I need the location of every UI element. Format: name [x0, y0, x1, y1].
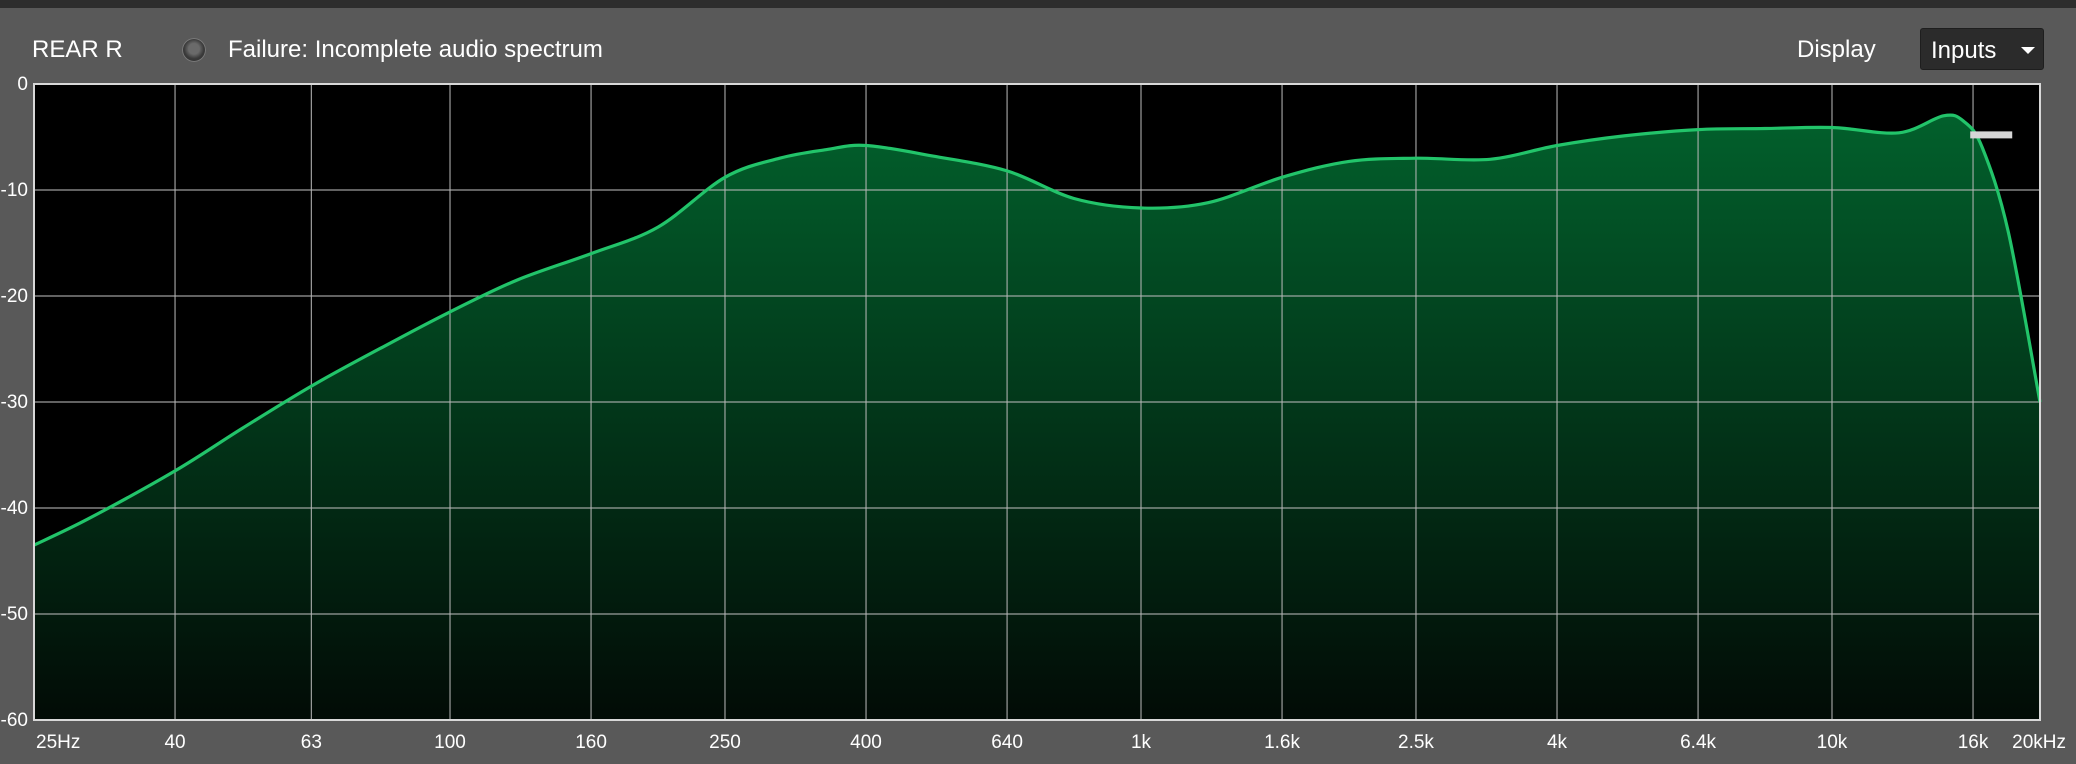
- x-tick-label: 6.4k: [1680, 732, 1716, 753]
- channel-label: REAR R: [32, 36, 123, 63]
- status-message: Failure: Incomplete audio spectrum: [228, 36, 603, 63]
- level-marker[interactable]: [1970, 131, 2013, 139]
- x-tick-label: 2.5k: [1398, 732, 1434, 753]
- display-dropdown[interactable]: Inputs: [1920, 28, 2044, 70]
- x-tick-label: 250: [709, 732, 741, 753]
- x-tick-label: 1k: [1131, 732, 1152, 753]
- y-tick-label: -30: [1, 392, 28, 413]
- x-tick-label: 20kHz: [2012, 732, 2066, 753]
- x-tick-label: 25Hz: [36, 732, 80, 753]
- radio-indicator-icon: [182, 38, 206, 62]
- x-tick-label: 4k: [1547, 732, 1568, 753]
- x-tick-label: 400: [850, 732, 882, 753]
- caret-down-icon: [2021, 47, 2035, 54]
- x-tick-label: 160: [575, 732, 607, 753]
- x-tick-label: 63: [301, 732, 322, 753]
- window-top-strip: [0, 0, 2076, 8]
- x-tick-label: 10k: [1817, 732, 1848, 753]
- y-tick-label: -50: [1, 604, 28, 625]
- y-tick-label: 0: [17, 76, 28, 95]
- y-tick-label: -60: [1, 710, 28, 731]
- x-tick-label: 40: [164, 732, 185, 753]
- x-tick-label: 1.6k: [1264, 732, 1300, 753]
- spectrum-chart-panel: 0 -10 -20 -30 -40 -50 -60 25Hz 40 63 100 160 250 400…: [0, 76, 2076, 764]
- channel-header: REAR R Failure: Incomplete audio spectru…: [0, 8, 2076, 76]
- y-tick-label: -20: [1, 286, 28, 307]
- x-tick-label: 100: [434, 732, 466, 753]
- display-dropdown-value: Inputs: [1931, 37, 1997, 64]
- y-tick-label: -10: [1, 180, 28, 201]
- y-tick-label: -40: [1, 498, 28, 519]
- spectrum-chart: 0 -10 -20 -30 -40 -50 -60 25Hz 40 63 100 160 250 400…: [1, 76, 2066, 753]
- display-label: Display: [1797, 36, 1876, 63]
- x-tick-label: 640: [991, 732, 1023, 753]
- x-tick-label: 16k: [1958, 732, 1989, 753]
